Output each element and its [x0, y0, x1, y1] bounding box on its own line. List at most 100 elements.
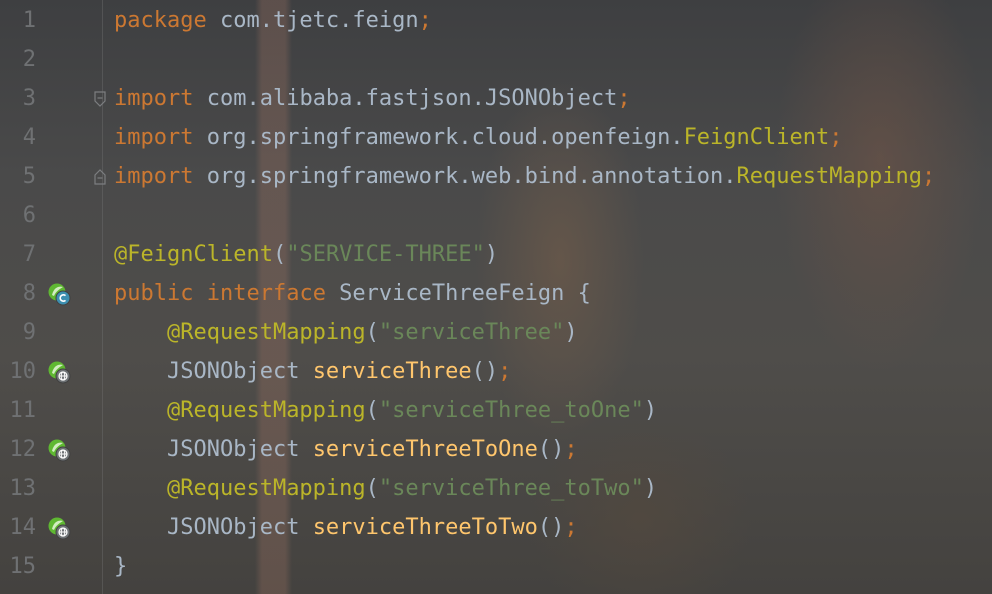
paren-token: () [471, 359, 499, 384]
return-type-token: JSONObject [166, 515, 313, 540]
code-text[interactable]: @FeignClient("SERVICE-THREE") [114, 242, 498, 268]
semicolon-token: ; [617, 86, 631, 111]
line-number: 8 [22, 281, 36, 306]
code-line[interactable]: 6 [0, 197, 992, 236]
line-number: 11 [9, 398, 37, 423]
fold-end-icon[interactable] [94, 169, 106, 185]
code-line[interactable]: 13 @RequestMapping("serviceThree_toTwo") [0, 470, 992, 509]
code-text[interactable]: import org.springframework.cloud.openfei… [114, 125, 843, 151]
keyword-token: import [114, 86, 194, 111]
line-number: 13 [9, 476, 37, 501]
spring-endpoint-icon[interactable] [47, 516, 71, 540]
code-line[interactable]: 1 package com.tjetc.feign; [0, 2, 992, 41]
class-name-token: JSONObject [484, 86, 618, 111]
semicolon-token: ; [564, 437, 578, 462]
spring-interface-icon[interactable] [47, 282, 71, 306]
line-number: 14 [9, 515, 37, 540]
method-name-token: serviceThreeToOne [312, 437, 538, 462]
keyword-token: import [114, 125, 194, 150]
code-line[interactable]: 8 public interface ServiceThreeFeign { [0, 275, 992, 314]
string-token: "serviceThree_toTwo" [378, 476, 644, 501]
code-line[interactable]: 10 JSONObject serviceThree(); [0, 353, 992, 392]
annotation-token: @RequestMapping [166, 476, 366, 501]
string-token: "serviceThree_toOne" [378, 398, 644, 423]
code-line[interactable]: 14 JSONObject serviceThreeToTwo(); [0, 509, 992, 548]
code-line[interactable]: 11 @RequestMapping("serviceThree_toOne") [0, 392, 992, 431]
line-number: 2 [22, 47, 36, 72]
paren-token: ( [365, 320, 379, 345]
code-text[interactable]: @RequestMapping("serviceThree_toTwo") [114, 476, 657, 502]
import-path-token: org.springframework.web.bind.annotation. [193, 164, 737, 189]
code-text[interactable]: } [114, 554, 127, 580]
code-text[interactable]: @RequestMapping("serviceThree_toOne") [114, 398, 657, 424]
code-text[interactable]: JSONObject serviceThree(); [114, 359, 511, 385]
semicolon-token: ; [564, 515, 578, 540]
line-number: 7 [22, 242, 36, 267]
keyword-token: public [114, 281, 194, 306]
paren-token: () [537, 515, 565, 540]
import-path-token: com.alibaba.fastjson. [193, 86, 485, 111]
code-text[interactable]: package com.tjetc.feign; [114, 8, 432, 34]
string-token: "SERVICE-THREE" [286, 242, 485, 267]
method-name-token: serviceThreeToTwo [312, 515, 538, 540]
code-line[interactable]: 12 JSONObject serviceThreeToOne(); [0, 431, 992, 470]
code-text[interactable]: public interface ServiceThreeFeign { [114, 281, 591, 307]
keyword-token: package [114, 8, 207, 33]
line-number: 10 [9, 359, 37, 384]
keyword-token: import [114, 164, 194, 189]
code-text[interactable]: import com.alibaba.fastjson.JSONObject; [114, 86, 631, 112]
line-number: 1 [22, 8, 36, 33]
code-text[interactable]: @RequestMapping("serviceThree") [114, 320, 578, 346]
interface-name-token: ServiceThreeFeign { [325, 281, 591, 306]
line-number: 15 [9, 554, 37, 579]
line-number: 5 [22, 164, 36, 189]
spring-endpoint-icon[interactable] [47, 360, 71, 384]
code-text[interactable]: JSONObject serviceThreeToOne(); [114, 437, 578, 463]
code-line[interactable]: 7 @FeignClient("SERVICE-THREE") [0, 236, 992, 275]
return-type-token: JSONObject [166, 437, 313, 462]
paren-token: ( [272, 242, 287, 267]
code-text[interactable]: JSONObject serviceThreeToTwo(); [114, 515, 578, 541]
string-token: "serviceThree" [378, 320, 565, 345]
line-number: 4 [22, 125, 36, 150]
semicolon-token: ; [829, 125, 843, 150]
annotation-class-token: FeignClient [683, 125, 830, 150]
line-number: 12 [9, 437, 37, 462]
paren-token: () [537, 437, 565, 462]
code-line[interactable]: 9 @RequestMapping("serviceThree") [0, 314, 992, 353]
paren-token: ( [365, 476, 379, 501]
package-name-token: com.tjetc.feign [206, 8, 419, 33]
annotation-token: @RequestMapping [166, 320, 366, 345]
semicolon-token: ; [418, 8, 432, 33]
line-number: 6 [22, 203, 36, 228]
annotation-token: @FeignClient [114, 242, 273, 267]
code-text[interactable]: import org.springframework.web.bind.anno… [114, 164, 935, 190]
annotation-class-token: RequestMapping [736, 164, 922, 189]
code-line[interactable]: 15 } [0, 548, 992, 587]
annotation-token: @RequestMapping [166, 398, 366, 423]
keyword-token: interface [193, 281, 326, 306]
import-path-token: org.springframework.cloud.openfeign. [193, 125, 684, 150]
code-line[interactable]: 5 import org.springframework.web.bind.an… [0, 158, 992, 197]
line-number: 3 [22, 86, 36, 111]
semicolon-token: ; [498, 359, 512, 384]
semicolon-token: ; [921, 164, 936, 189]
code-line[interactable]: 2 [0, 41, 992, 80]
fold-start-icon[interactable] [94, 91, 106, 107]
paren-token: ) [643, 476, 658, 501]
method-name-token: serviceThree [312, 359, 472, 384]
closing-brace-token: } [114, 554, 128, 579]
paren-token: ) [643, 398, 658, 423]
paren-token: ( [365, 398, 379, 423]
paren-token: ) [564, 320, 578, 345]
spring-endpoint-icon[interactable] [47, 438, 71, 462]
code-line[interactable]: 3 import com.alibaba.fastjson.JSONObject… [0, 80, 992, 119]
code-line[interactable]: 4 import org.springframework.cloud.openf… [0, 119, 992, 158]
return-type-token: JSONObject [166, 359, 313, 384]
